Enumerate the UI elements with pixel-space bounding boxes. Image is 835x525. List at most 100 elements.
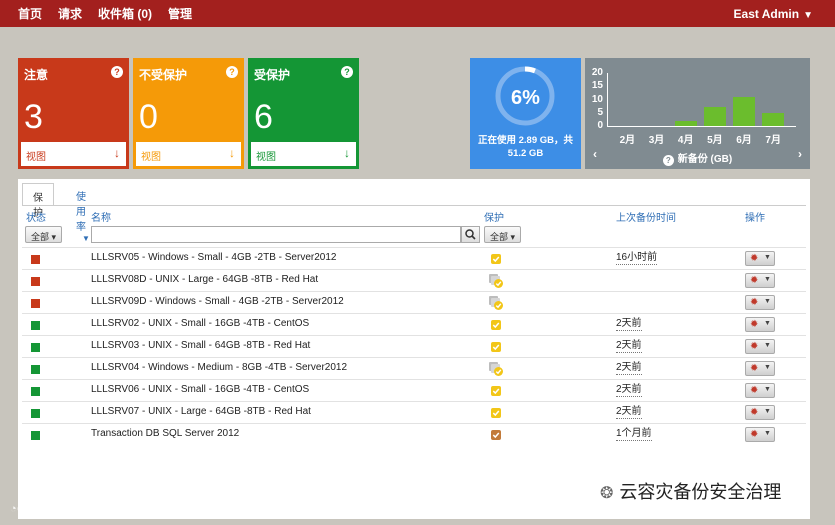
gear-icon: ✹ — [750, 341, 759, 352]
server-name[interactable]: LLLSRV04 - Windows - Medium - 8GB -4TB -… — [91, 362, 347, 373]
chart-bar — [762, 112, 785, 126]
status-indicator — [31, 387, 40, 396]
protected-check-icon — [488, 383, 504, 399]
tile-attention-count: 3 — [24, 98, 43, 136]
gear-icon: ✹ — [750, 297, 759, 308]
status-filter-dropdown[interactable]: 全部 ▾ — [25, 226, 63, 243]
protected-check-icon — [488, 251, 504, 267]
nav-requests[interactable]: 请求 — [58, 5, 82, 22]
caret-down-icon: ▼ — [764, 386, 771, 393]
table-row[interactable]: LLLSRV06 - UNIX - Small - 16GB -4TB - Ce… — [22, 379, 806, 401]
y-tick-label: 20 — [591, 67, 603, 78]
chart-bar — [674, 120, 697, 126]
protection-filter-dropdown[interactable]: 全部 ▾ — [484, 226, 522, 243]
tile-protected: 受保护 ? 6 视图 ↓ — [248, 58, 359, 169]
column-header-protection[interactable]: 保护 — [484, 209, 504, 224]
table-row[interactable]: LLLSRV05 - Windows - Small - 4GB -2TB - … — [22, 247, 806, 269]
status-indicator — [31, 277, 40, 286]
watermark-right-text: 云容灾备份安全治理 — [619, 482, 782, 502]
server-name[interactable]: LLLSRV07 - UNIX - Large - 64GB -8TB - Re… — [91, 406, 311, 417]
table-row[interactable]: LLLSRV03 - UNIX - Small - 64GB -8TB - Re… — [22, 335, 806, 357]
server-name[interactable]: LLLSRV02 - UNIX - Small - 16GB -4TB - Ce… — [91, 318, 309, 329]
table-row[interactable]: LLLSRV07 - UNIX - Large - 64GB -8TB - Re… — [22, 401, 806, 423]
tile-attention-view-link[interactable]: 视图 ↓ — [21, 142, 126, 166]
server-name[interactable]: LLLSRV09D - Windows - Small - 4GB -2TB -… — [91, 296, 344, 307]
nav-home[interactable]: 首页 — [18, 5, 42, 22]
tile-protected-view-link[interactable]: 视图 ↓ — [251, 142, 356, 166]
nav-admin[interactable]: 管理 — [168, 5, 192, 22]
tile-unprotected: 不受保护 ? 0 视图 ↓ — [133, 58, 244, 169]
help-icon[interactable]: ? — [226, 66, 238, 78]
column-header-action: 操作 — [745, 213, 765, 224]
column-header-name[interactable]: 名称 — [91, 209, 111, 224]
server-name[interactable]: Transaction DB SQL Server 2012 — [91, 428, 239, 439]
tile-unprotected-view-link[interactable]: 视图 ↓ — [136, 142, 241, 166]
nav-inbox[interactable]: 收件箱 (0) — [98, 5, 152, 22]
row-actions-button[interactable]: ✹ ▼ — [745, 405, 775, 420]
search-icon — [465, 229, 476, 240]
arrow-down-icon: ↓ — [229, 146, 235, 160]
row-actions-button[interactable]: ✹ ▼ — [745, 317, 775, 332]
top-navbar: 首页 请求 收件箱 (0) 管理 East Admin ▼ — [0, 0, 835, 27]
wechat-icon: ❂ — [600, 485, 614, 502]
tab-protection[interactable]: 保护 — [22, 183, 54, 219]
x-tick-label: 2月 — [619, 135, 636, 146]
server-name[interactable]: LLLSRV06 - UNIX - Small - 16GB -4TB - Ce… — [91, 384, 309, 395]
caret-down-icon: ▼ — [803, 10, 813, 21]
last-backup-time: 1个月前 — [616, 428, 652, 441]
table-row[interactable]: LLLSRV08D - UNIX - Large - 64GB -8TB - R… — [22, 269, 806, 291]
row-actions-button[interactable]: ✹ ▼ — [745, 273, 775, 288]
gear-icon: ✹ — [750, 319, 759, 330]
gear-icon: ✹ — [750, 385, 759, 396]
column-header-last-backup[interactable]: 上次备份时间 — [616, 209, 676, 224]
filter-label: 全部 — [490, 232, 509, 242]
row-actions-button[interactable]: ✹ ▼ — [745, 427, 775, 442]
x-tick-label: 6月 — [736, 135, 752, 146]
row-actions-button[interactable]: ✹ ▼ — [745, 361, 775, 376]
row-actions-button[interactable]: ✹ ▼ — [745, 383, 775, 398]
new-backups-chart-tile: 0 5 10 15 20 2月 3月 4月 5月 6月 7月 ‹ › ? 新备份 (GB) — [585, 58, 810, 169]
caret-down-icon: ▼ — [764, 408, 771, 415]
table-row[interactable]: Transaction DB SQL Server 2012 1个月前 ✹ ▼ — [22, 423, 806, 445]
help-icon[interactable]: ? — [662, 155, 674, 166]
y-tick-label: 15 — [591, 80, 603, 92]
tile-attention-label: 注意 — [24, 68, 49, 82]
view-link-label: 视图 — [141, 152, 161, 163]
watermark-left-text: 大数跨境 — [27, 499, 88, 516]
server-name[interactable]: LLLSRV03 - UNIX - Small - 64GB -8TB - Re… — [91, 340, 310, 351]
x-tick-label: 4月 — [677, 135, 694, 146]
row-actions-button[interactable]: ✹ ▼ — [745, 339, 775, 354]
server-name[interactable]: LLLSRV08D - UNIX - Large - 64GB -8TB - R… — [91, 274, 318, 285]
protected-check-icon — [488, 317, 504, 333]
server-name[interactable]: LLLSRV05 - Windows - Small - 4GB -2TB - … — [91, 252, 336, 263]
last-backup-time: 2天前 — [616, 340, 642, 353]
multi-protection-icon — [488, 273, 504, 289]
user-menu[interactable]: East Admin ▼ — [734, 7, 813, 21]
x-axis-line — [607, 126, 796, 127]
tab-usage[interactable]: 使用率▼ — [66, 183, 100, 243]
help-icon[interactable]: ? — [341, 66, 353, 78]
tile-protected-label: 受保护 — [254, 68, 291, 82]
filter-label: 全部 — [31, 232, 50, 242]
x-tick-label: 7月 — [765, 135, 781, 146]
y-tick-label: 10 — [591, 93, 603, 105]
table-row[interactable]: LLLSRV02 - UNIX - Small - 16GB -4TB - Ce… — [22, 313, 806, 335]
row-actions-button[interactable]: ✹ ▼ — [745, 295, 775, 310]
watermark-left: ◔◌ 大数跨境 — [10, 496, 87, 517]
name-search-input[interactable] — [91, 226, 461, 243]
watermark-right: ❂ 云容灾备份安全治理 — [600, 478, 781, 504]
last-backup-time: 2天前 — [616, 406, 642, 419]
chart-caption: ? 新备份 (GB) — [585, 150, 810, 166]
column-header-status[interactable]: 状态 — [26, 209, 46, 224]
search-button[interactable] — [461, 226, 480, 243]
tile-attention: 注意 ? 3 视图 ↓ — [18, 58, 129, 169]
y-axis-line — [607, 73, 608, 126]
help-icon[interactable]: ? — [111, 66, 123, 78]
status-indicator — [31, 343, 40, 352]
table-row[interactable]: LLLSRV04 - Windows - Medium - 8GB -4TB -… — [22, 357, 806, 379]
row-actions-button[interactable]: ✹ ▼ — [745, 251, 775, 266]
view-link-label: 视图 — [256, 152, 276, 163]
table-row[interactable]: LLLSRV09D - Windows - Small - 4GB -2TB -… — [22, 291, 806, 313]
y-tick-label: 5 — [597, 106, 603, 118]
usage-percent: 6% — [511, 87, 540, 109]
